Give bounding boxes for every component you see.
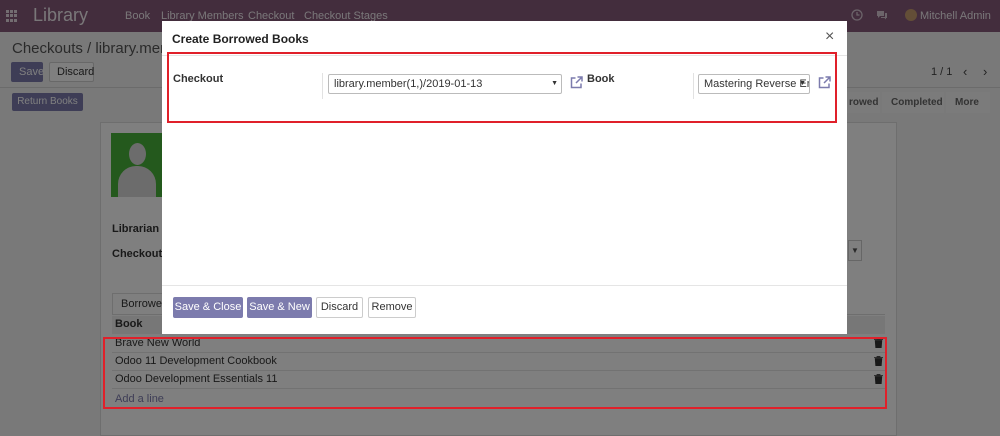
- remove-button[interactable]: Remove: [368, 297, 416, 318]
- external-link-icon[interactable]: [818, 76, 831, 89]
- chevron-down-icon: ▼: [799, 80, 806, 87]
- book-select-value: Mastering Reverse Eng: [704, 78, 810, 90]
- book-select[interactable]: Mastering Reverse Eng ▼: [698, 74, 810, 94]
- chevron-down-icon: ▼: [551, 80, 558, 87]
- book-field-label: Book: [587, 73, 615, 85]
- checkout-select-value: library.member(1,)/2019-01-13: [334, 78, 483, 90]
- dialog-title: Create Borrowed Books: [172, 32, 309, 46]
- dialog-footer-divider: [162, 285, 847, 286]
- save-close-button[interactable]: Save & Close: [173, 297, 243, 318]
- checkout-select[interactable]: library.member(1,)/2019-01-13 ▼: [328, 74, 562, 94]
- field-separator: [693, 73, 694, 99]
- close-icon[interactable]: ×: [825, 29, 834, 45]
- checkout-field-label: Checkout: [173, 73, 224, 85]
- discard-button[interactable]: Discard: [316, 297, 363, 318]
- create-borrowed-books-dialog: Create Borrowed Books × Checkout library…: [162, 21, 847, 334]
- field-separator: [322, 73, 323, 99]
- save-new-button[interactable]: Save & New: [247, 297, 312, 318]
- external-link-icon[interactable]: [570, 76, 583, 89]
- highlight-box-lines: [103, 337, 887, 409]
